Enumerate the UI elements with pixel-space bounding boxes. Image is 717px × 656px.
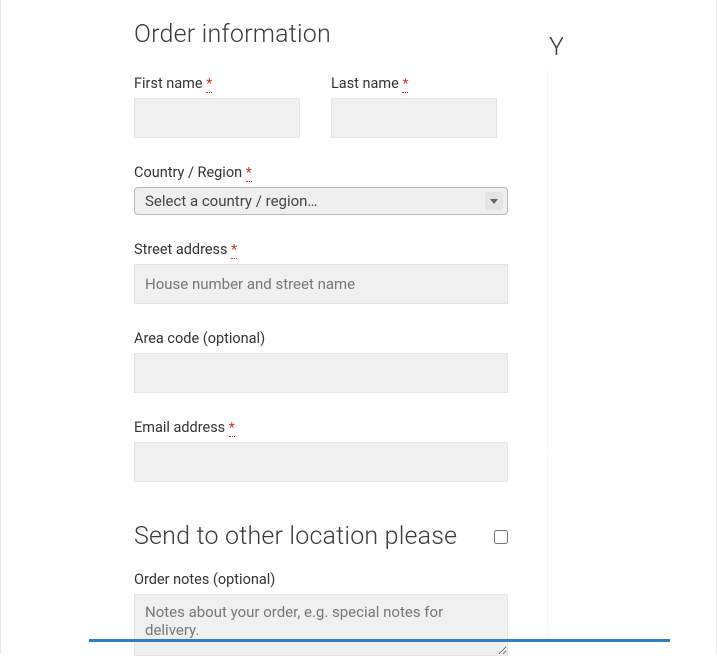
required-asterisk: *: [402, 76, 408, 93]
sidebar-heading-cutoff: Y: [549, 33, 563, 62]
order-notes-textarea[interactable]: [134, 594, 508, 656]
required-asterisk: *: [206, 76, 212, 93]
email-label-text: Email address: [134, 419, 225, 436]
street-label-text: Street address: [134, 241, 228, 258]
ship-to-other-checkbox[interactable]: [494, 530, 508, 544]
country-label: Country / Region *: [134, 164, 508, 181]
email-label: Email address *: [134, 419, 508, 436]
email-input[interactable]: [134, 442, 508, 482]
chevron-down-icon: [485, 192, 503, 210]
area-code-label: Area code (optional): [134, 330, 508, 347]
required-asterisk: *: [231, 242, 237, 259]
required-asterisk: *: [246, 165, 252, 182]
last-name-input[interactable]: [331, 98, 497, 138]
billing-heading: Order information: [134, 20, 508, 49]
shipping-heading: Send to other location please: [134, 522, 457, 551]
order-notes-label: Order notes (optional): [134, 571, 508, 588]
country-label-text: Country / Region: [134, 164, 242, 181]
country-select[interactable]: Select a country / region…: [134, 187, 508, 215]
street-label: Street address *: [134, 241, 508, 258]
required-asterisk: *: [229, 420, 235, 437]
last-name-label-text: Last name: [331, 75, 399, 92]
progress-bar: [89, 639, 670, 642]
last-name-label: Last name *: [331, 75, 508, 92]
first-name-label: First name *: [134, 75, 311, 92]
first-name-label-text: First name: [134, 75, 203, 92]
street-input[interactable]: [134, 264, 508, 304]
sidebar-panel: [547, 70, 677, 450]
sidebar-panel-lower: [547, 455, 677, 640]
area-code-input[interactable]: [134, 353, 508, 393]
country-selected-text: Select a country / region…: [145, 192, 317, 210]
first-name-input[interactable]: [134, 98, 300, 138]
